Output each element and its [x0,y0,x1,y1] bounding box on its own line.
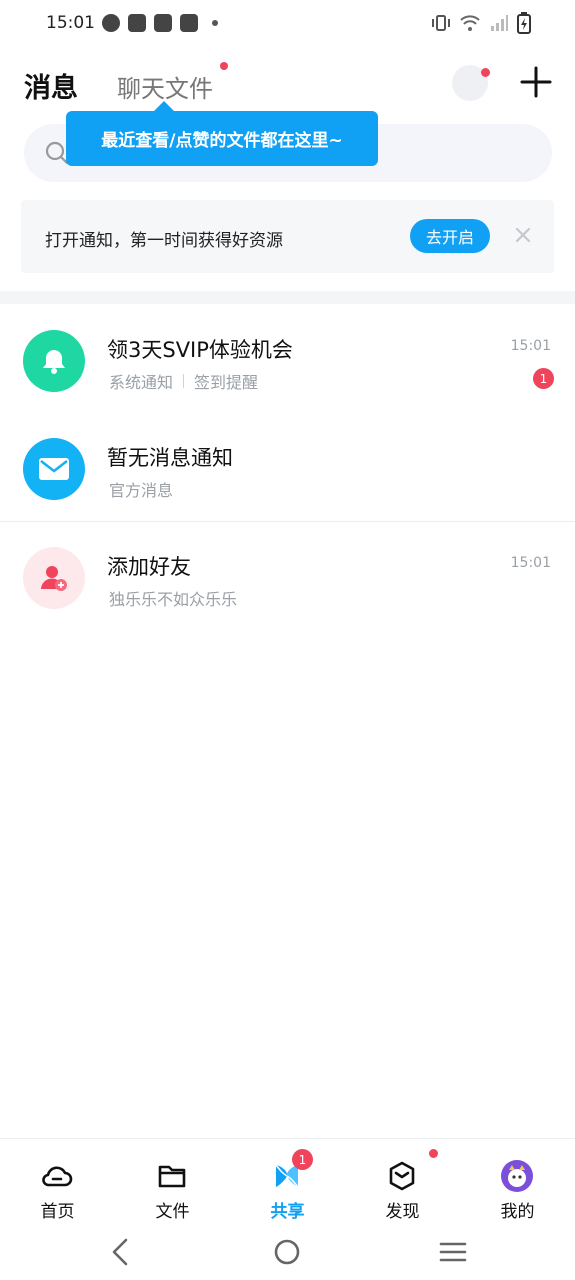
share-badge: 1 [292,1149,313,1170]
wifi-icon [460,15,480,31]
back-icon[interactable] [103,1234,139,1270]
close-icon[interactable] [512,224,534,246]
message-title: 领3天SVIP体验机会 [107,338,293,362]
avatar-unread-dot [481,68,490,77]
chat-files-unread-dot [220,62,228,70]
more-notifications-dot-icon [212,20,218,26]
enable-notifications-button[interactable]: 去开启 [410,219,490,253]
bell-icon [23,330,85,392]
avatar-icon [501,1160,533,1192]
nav-item-discover[interactable]: 发现 [345,1139,460,1223]
menu-icon[interactable] [435,1234,471,1270]
message-subtitle: 官方消息 [109,477,173,501]
list-item[interactable]: 领3天SVIP体验机会 系统通知 签到提醒 15:01 [0,304,575,412]
message-category: 官方消息 [109,481,174,500]
discover-icon [389,1161,415,1191]
header: 消息 聊天文件 [0,60,575,110]
signal-icon [491,15,508,31]
nav-label: 我的 [500,1202,535,1222]
message-title: 暂无消息通知 [107,446,233,470]
message-time: 15:01 [510,338,551,354]
nav-label: 共享 [270,1202,305,1222]
nav-item-me[interactable]: 我的 [460,1139,575,1223]
message-title: 添加好友 [107,555,191,579]
message-detail: 签到提醒 [194,373,259,392]
notice-text: 打开通知，第一时间获得好资源 [45,231,283,251]
nav-label: 发现 [385,1202,420,1222]
home-circle-icon[interactable] [269,1234,305,1270]
tooltip[interactable]: 最近查看/点赞的文件都在这里~ [66,111,378,166]
nav-label: 文件 [155,1202,190,1222]
status-notification-icons [102,14,218,32]
vibrate-icon [432,15,450,31]
tab-messages[interactable]: 消息 [24,66,78,105]
shopping-bag-icon [154,14,172,32]
list-item[interactable]: 添加好友 独乐乐不如众乐乐 15:01 [0,521,575,629]
status-bar: 15:01 [0,0,575,48]
battery-charging-icon [517,12,531,34]
message-subtitle: 系统通知 签到提醒 [109,369,258,393]
notification-banner: 打开通知，第一时间获得好资源 去开启 [21,200,554,273]
system-nav-bar [0,1222,575,1280]
shopping-bag-icon [128,14,146,32]
discover-unread-dot [429,1149,438,1158]
unread-badge: 1 [533,368,554,389]
list-item[interactable]: 暂无消息通知 官方消息 [0,412,575,520]
add-friend-icon [23,547,85,609]
section-divider [0,291,575,304]
tab-chat-files[interactable]: 聊天文件 [117,69,213,104]
nav-item-files[interactable]: 文件 [115,1139,230,1223]
mail-icon [23,438,85,500]
tooltip-arrow [154,101,174,111]
bottom-nav: 首页 文件 共享 1 发现 我的 [0,1138,575,1222]
folder-icon [158,1165,186,1188]
message-category: 系统通知 [109,373,174,392]
speedometer-icon [102,14,120,32]
nav-label: 首页 [40,1202,75,1222]
status-time: 15:01 [46,13,95,33]
status-system-icons [431,12,531,34]
nav-item-share[interactable]: 共享 1 [230,1139,345,1223]
add-button[interactable] [518,64,554,100]
message-time: 15:01 [510,555,551,571]
nav-item-home[interactable]: 首页 [0,1139,115,1223]
shopping-bag-icon [180,14,198,32]
cloud-icon [42,1166,73,1187]
message-subtitle: 独乐乐不如众乐乐 [109,586,237,610]
message-category: 独乐乐不如众乐乐 [109,590,238,609]
